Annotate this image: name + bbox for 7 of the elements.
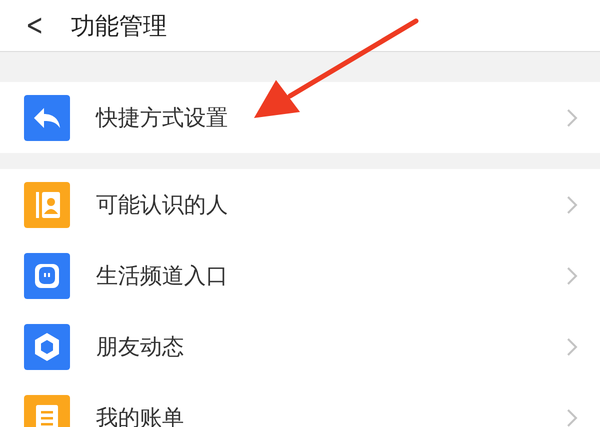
back-button[interactable]: <	[26, 10, 44, 40]
chevron-right-icon	[566, 408, 578, 427]
chevron-right-icon	[566, 336, 578, 356]
chevron-right-icon	[566, 108, 578, 128]
chevron-right-icon	[566, 266, 578, 286]
page-title: 功能管理	[71, 10, 168, 42]
chevron-right-icon	[566, 194, 578, 214]
